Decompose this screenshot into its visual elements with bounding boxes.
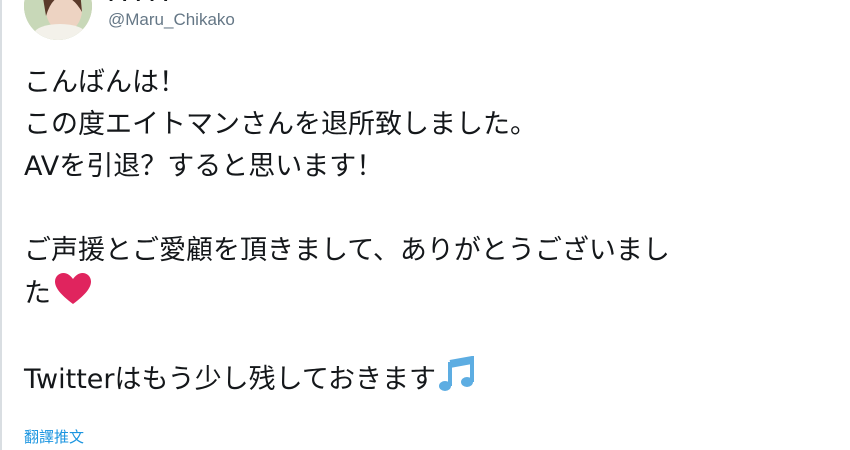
tweet-blank-line-2 xyxy=(24,314,824,356)
tweet: · · · · · @Maru_Chikako こんばんは！ この度エイトマンさ… xyxy=(0,0,850,450)
avatar[interactable] xyxy=(24,0,92,40)
music-notes-icon xyxy=(438,355,476,405)
heart-icon xyxy=(53,272,93,319)
tweet-line-6-text: た xyxy=(24,278,51,309)
translate-tweet-link[interactable]: 翻譯推文 xyxy=(24,426,84,447)
tweet-line-8-text: Twitterはもう少し残しておきます xyxy=(24,364,437,395)
user-handle[interactable]: @Maru_Chikako xyxy=(108,10,235,30)
tweet-line-8: Twitterはもう少し残しておきます xyxy=(24,355,824,398)
tweet-line-2: この度エイトマンさんを退所致しました。 xyxy=(24,109,537,140)
display-name[interactable]: · · · · · xyxy=(108,0,170,9)
tweet-line-1: こんばんは！ xyxy=(24,67,186,98)
tweet-line-5: ご声援とご愛顧を頂きまして、ありがとうございまし xyxy=(24,235,670,266)
tweet-line-3: AVを引退？すると思います！ xyxy=(24,151,384,182)
tweet-text: こんばんは！ この度エイトマンさんを退所致しました。 AVを引退？すると思います… xyxy=(24,62,824,398)
tweet-line-6: た xyxy=(24,272,824,314)
